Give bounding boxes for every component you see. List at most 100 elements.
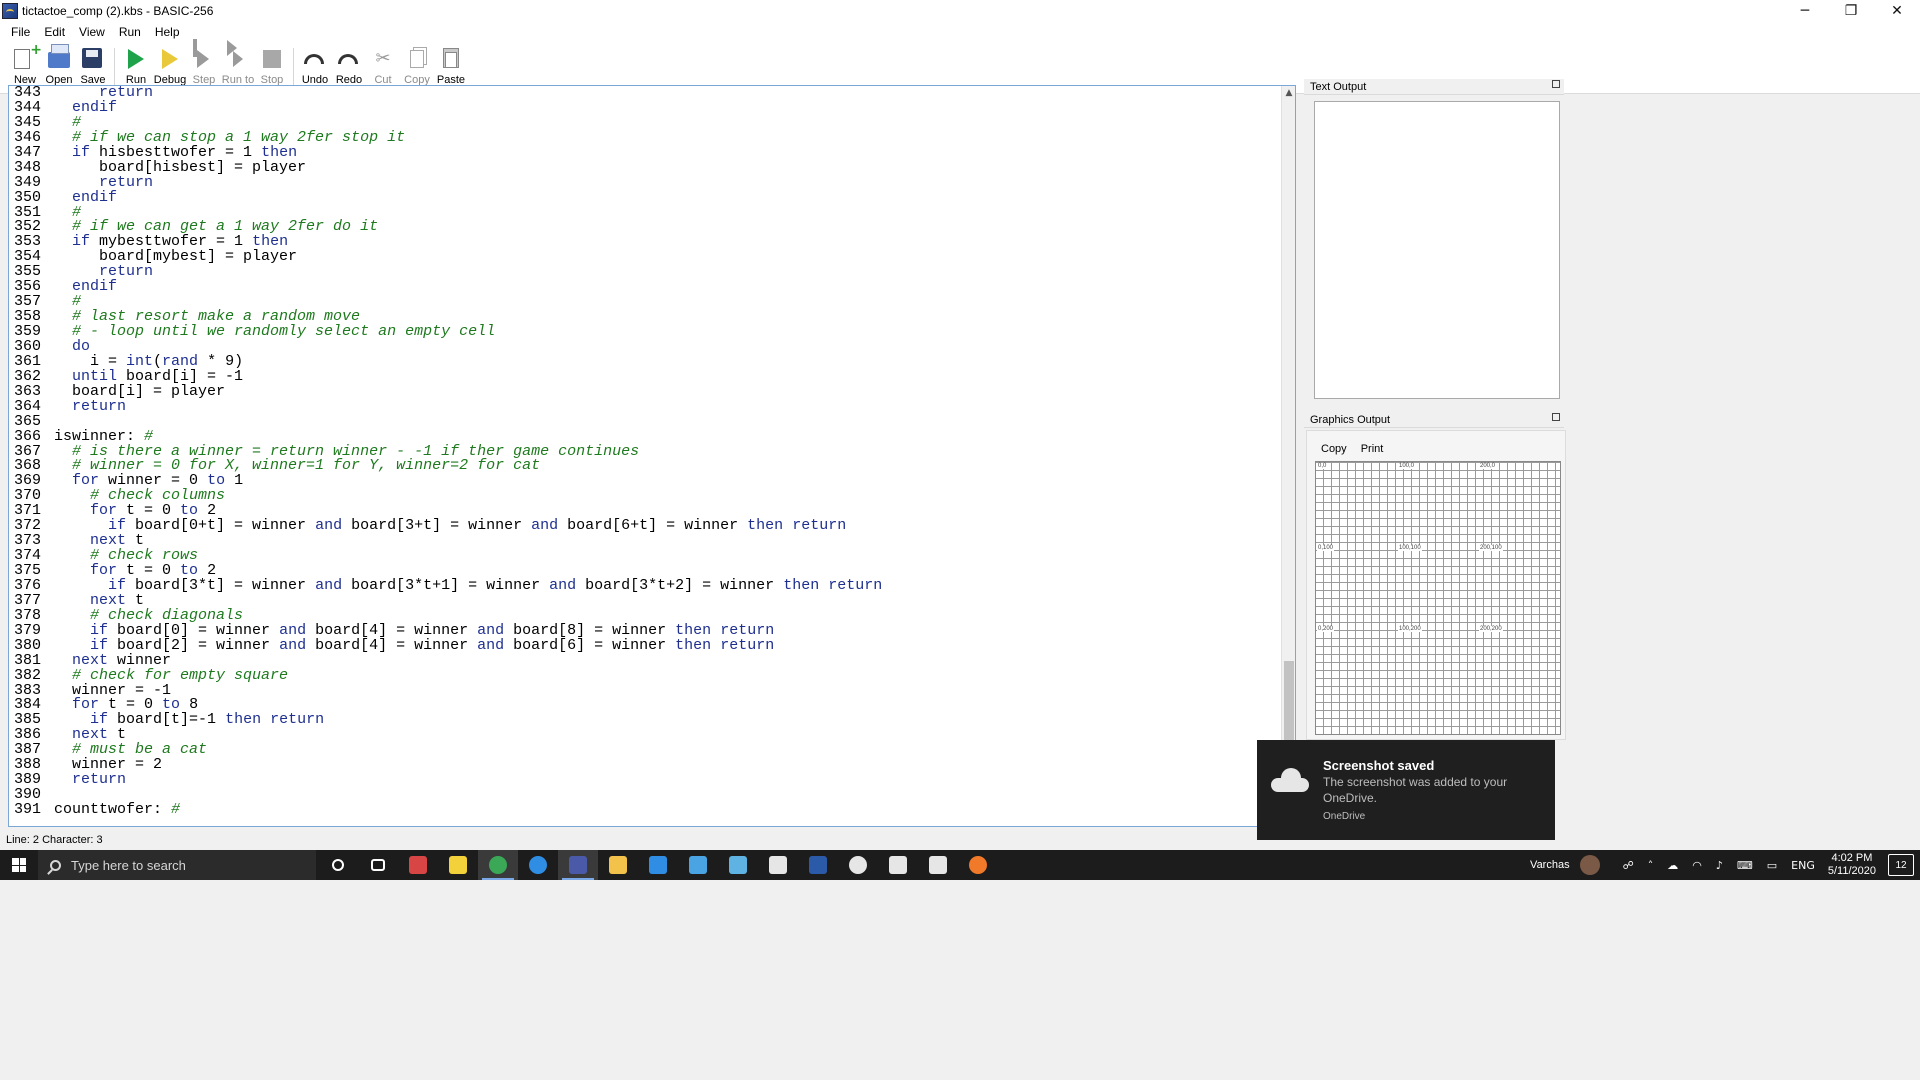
- close-button[interactable]: ✕: [1874, 0, 1920, 22]
- taskbar-app-button[interactable]: [718, 850, 758, 880]
- taskbar-app-button[interactable]: [398, 850, 438, 880]
- code-line[interactable]: 391 counttwofer: #: [9, 801, 1281, 818]
- taskbar-app-button[interactable]: [518, 850, 558, 880]
- code-line[interactable]: 372 if board[0+t] = winner and board[3+t…: [9, 518, 1281, 534]
- cortana-icon: [332, 859, 344, 871]
- menu-view[interactable]: View: [72, 25, 112, 39]
- scissors-icon: ✂: [375, 48, 391, 69]
- code-line[interactable]: 359 # - loop until we randomly select an…: [9, 324, 1281, 340]
- code-line[interactable]: 389 return: [9, 771, 1281, 789]
- taskbar-app-button[interactable]: [878, 850, 918, 880]
- graphics-print-button[interactable]: Print: [1361, 443, 1384, 455]
- onedrive-icon[interactable]: ☁: [1667, 859, 1678, 872]
- people-icon[interactable]: ☍: [1623, 859, 1634, 872]
- code-line[interactable]: 348 board[hisbest] = player: [9, 160, 1281, 176]
- title-bar: tictactoe_comp (2).kbs - BASIC-256 ─ ❐ ✕: [0, 0, 1920, 22]
- code-line[interactable]: 376 if board[3*t] = winner and board[3*t…: [9, 578, 1281, 594]
- input-icon[interactable]: ▭: [1767, 859, 1777, 872]
- toast-title: Screenshot saved: [1323, 758, 1435, 773]
- taskbar: Type here to search Varchas ☍ ˄ ☁ ◠ ♪ ⌨ …: [0, 850, 1920, 880]
- redo-icon: [338, 54, 358, 64]
- code-lines[interactable]: 343 return 344 endif 345 #346 # if we can …: [9, 86, 1281, 826]
- notification-center-button[interactable]: 12: [1888, 854, 1914, 876]
- start-button[interactable]: [0, 850, 38, 880]
- task-view-icon: [371, 859, 385, 871]
- taskbar-apps: [358, 850, 998, 880]
- taskbar-app-button[interactable]: [918, 850, 958, 880]
- status-bar: Line: 2 Character: 3: [0, 830, 1300, 848]
- code-text: counttwofer: #: [45, 801, 181, 818]
- code-line[interactable]: 365: [9, 414, 1281, 430]
- code-line[interactable]: 382 # check for empty square: [9, 668, 1281, 684]
- wifi-icon[interactable]: ◠: [1692, 859, 1702, 872]
- calculator-icon: [769, 856, 787, 874]
- system-tray: Varchas ☍ ˄ ☁ ◠ ♪ ⌨ ▭ ENG 4:02 PM 5/11/2…: [1530, 850, 1920, 880]
- code-line[interactable]: 390: [9, 787, 1281, 803]
- code-line[interactable]: 350 endif: [9, 190, 1281, 206]
- code-line[interactable]: 387 # must be a cat: [9, 742, 1281, 758]
- code-editor[interactable]: 343 return 344 endif 345 #346 # if we can …: [8, 85, 1296, 827]
- onedrive-toast[interactable]: Screenshot saved The screenshot was adde…: [1257, 740, 1555, 840]
- scroll-up-icon[interactable]: ▲: [1282, 86, 1295, 100]
- screen-app-icon: [729, 856, 747, 874]
- code-line[interactable]: 343 return: [9, 86, 1281, 101]
- code-line[interactable]: 380 if board[2] = winner and board[4] = …: [9, 638, 1281, 654]
- settings-gear-icon: [929, 856, 947, 874]
- taskbar-app-button[interactable]: [838, 850, 878, 880]
- code-line[interactable]: 373 next t: [9, 533, 1281, 549]
- code-line[interactable]: 388 winner = 2: [9, 757, 1281, 773]
- graphics-copy-button[interactable]: Copy: [1321, 443, 1347, 455]
- code-line[interactable]: 344 endif: [9, 100, 1281, 116]
- volume-icon[interactable]: ♪: [1716, 859, 1723, 872]
- news-app-icon: [409, 856, 427, 874]
- taskbar-app-button[interactable]: [478, 850, 518, 880]
- code-line[interactable]: 355 return: [9, 264, 1281, 280]
- code-line[interactable]: 356 endif: [9, 279, 1281, 295]
- sticky-notes-icon: [449, 856, 467, 874]
- graphics-output-panel: Copy Print 0,0 100,0 200,0 0,100 100,100…: [1306, 430, 1566, 740]
- menu-run[interactable]: Run: [112, 25, 148, 39]
- taskbar-app-button[interactable]: [358, 850, 398, 880]
- code-line[interactable]: 385 if board[t]=-1 then return: [9, 712, 1281, 728]
- code-text: return: [72, 397, 127, 415]
- code-line[interactable]: 363 board[i] = player: [9, 384, 1281, 400]
- taskbar-app-button[interactable]: [758, 850, 798, 880]
- taskbar-app-button[interactable]: [798, 850, 838, 880]
- code-line[interactable]: 349 return: [9, 175, 1281, 191]
- minimize-button[interactable]: ─: [1782, 0, 1828, 22]
- code-line[interactable]: 364 return: [9, 397, 1281, 415]
- code-text: return: [72, 771, 127, 789]
- clock[interactable]: 4:02 PM 5/11/2020: [1828, 852, 1876, 878]
- taskbar-app-button[interactable]: [598, 850, 638, 880]
- text-output-area[interactable]: [1314, 101, 1560, 399]
- language-indicator[interactable]: ENG: [1791, 859, 1815, 872]
- undock-icon[interactable]: [1552, 80, 1560, 88]
- menu-file[interactable]: File: [4, 25, 37, 39]
- avatar[interactable]: [1579, 855, 1600, 875]
- step-icon: [197, 50, 209, 68]
- editor-scrollbar[interactable]: ▲: [1281, 86, 1295, 826]
- undock-icon[interactable]: [1552, 413, 1560, 421]
- copy-icon: [410, 50, 424, 68]
- chevron-up-icon[interactable]: ˄: [1648, 859, 1654, 872]
- toast-body: The screenshot was added to your OneDriv…: [1323, 775, 1508, 805]
- menu-edit[interactable]: Edit: [37, 25, 72, 39]
- taskbar-app-button[interactable]: [958, 850, 998, 880]
- keyboard-icon[interactable]: ⌨: [1737, 859, 1753, 872]
- photos-icon: [889, 856, 907, 874]
- chrome-icon: [489, 856, 507, 874]
- toolbar-separator: [293, 48, 294, 88]
- taskbar-app-button[interactable]: [438, 850, 478, 880]
- grid-label: 100,200: [1398, 626, 1422, 632]
- menu-help[interactable]: Help: [148, 25, 187, 39]
- maximize-button[interactable]: ❐: [1828, 0, 1874, 22]
- taskbar-app-button[interactable]: [558, 850, 598, 880]
- taskbar-search[interactable]: Type here to search: [38, 850, 316, 880]
- cortana-button[interactable]: [318, 850, 358, 880]
- code-line[interactable]: 354 board[mybest] = player: [9, 249, 1281, 265]
- taskbar-app-button[interactable]: [678, 850, 718, 880]
- code-line[interactable]: 383 winner = -1: [9, 683, 1281, 699]
- taskbar-app-button[interactable]: [638, 850, 678, 880]
- new-file-icon: [14, 49, 30, 69]
- graphics-canvas[interactable]: 0,0 100,0 200,0 0,100 100,100 200,100 0,…: [1315, 461, 1561, 735]
